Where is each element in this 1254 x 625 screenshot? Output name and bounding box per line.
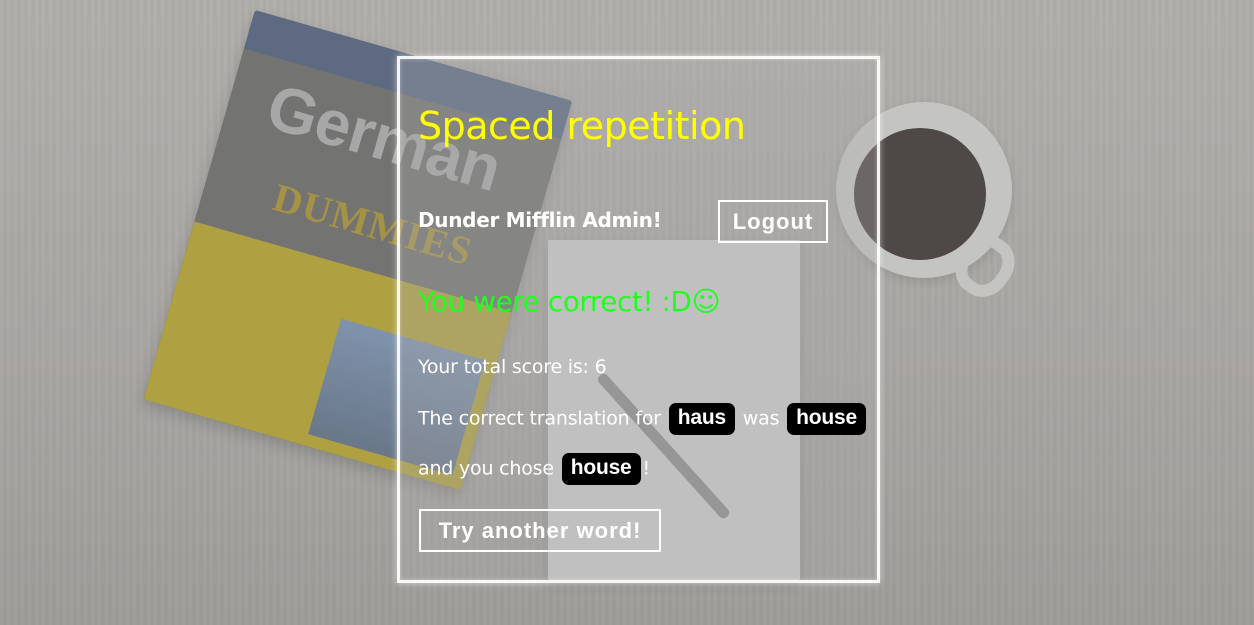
chose-prefix: and you chose	[418, 457, 554, 480]
user-greeting: Dunder Mifflin Admin!	[418, 208, 662, 232]
try-another-word-button[interactable]: Try another word!	[419, 509, 661, 552]
original-word-badge: haus	[668, 403, 735, 435]
correct-translation-badge: house	[787, 403, 866, 435]
logout-button[interactable]: Logout	[718, 200, 828, 243]
was-text: was	[742, 407, 780, 430]
total-score: Your total score is: 6	[418, 356, 607, 378]
chose-suffix: !	[642, 457, 651, 480]
page-title: Spaced repetition	[418, 104, 746, 148]
feedback-message: You were correct! :D☺	[418, 285, 721, 318]
user-choice-line: and you chose house!	[418, 453, 650, 485]
translation-prefix: The correct translation for	[418, 407, 661, 430]
translation-line: The correct translation for haus was hou…	[418, 403, 868, 435]
user-guess-badge: house	[561, 453, 641, 485]
